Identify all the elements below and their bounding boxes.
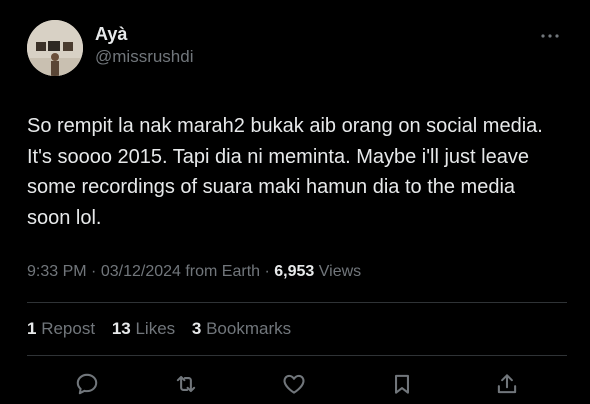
handle[interactable]: @missrushdi — [95, 46, 194, 68]
reposts-stat[interactable]: 1 Repost — [27, 319, 95, 339]
author-names: Ayà @missrushdi — [95, 23, 194, 68]
share-icon — [497, 374, 517, 394]
divider — [27, 355, 567, 356]
bookmarks-stat[interactable]: 3 Bookmarks — [192, 319, 291, 339]
likes-stat[interactable]: 13 Likes — [112, 319, 175, 339]
reply-icon — [76, 373, 98, 395]
likes-count: 13 — [111, 319, 131, 338]
heart-icon — [283, 374, 305, 394]
bookmarks-count: 3 — [191, 319, 202, 338]
display-name[interactable]: Ayà — [95, 23, 194, 45]
tweet-header: Ayà @missrushdi — [27, 20, 567, 76]
avatar[interactable] — [27, 20, 83, 76]
profile-photo-icon — [27, 20, 83, 76]
like-button[interactable] — [281, 371, 307, 397]
meta-separator: · — [91, 263, 97, 280]
reply-button[interactable] — [74, 371, 100, 397]
bookmark-button[interactable] — [389, 371, 415, 397]
tweet-card: Ayà @missrushdi So rempit la nak marah2 … — [0, 0, 590, 404]
tweet-meta: 9:33 PM · 03/12/2024 from Earth · 6,953 … — [27, 263, 361, 281]
bookmark-icon — [395, 374, 409, 394]
bookmarks-label: Bookmarks — [206, 319, 292, 338]
action-bar — [0, 371, 590, 397]
likes-label: Likes — [135, 319, 176, 338]
engagement-stats: 1 Repost 13 Likes 3 Bookmarks — [27, 319, 303, 339]
reposts-label: Repost — [41, 319, 96, 338]
divider — [27, 302, 567, 303]
meta-separator: · — [264, 263, 270, 280]
tweet-text: So rempit la nak marah2 bukak aib orang … — [27, 115, 543, 229]
tweet-source: from Earth — [185, 263, 261, 280]
tweet-date[interactable]: 03/12/2024 — [101, 263, 181, 280]
views-count: 6,953 — [274, 263, 315, 280]
repost-button[interactable] — [173, 371, 199, 397]
reposts-count: 1 — [27, 319, 37, 338]
repost-icon — [176, 375, 196, 393]
views-label: Views — [318, 263, 362, 280]
tweet-time[interactable]: 9:33 PM — [27, 263, 87, 280]
more-options-icon[interactable] — [539, 28, 561, 38]
share-button[interactable] — [494, 371, 520, 397]
